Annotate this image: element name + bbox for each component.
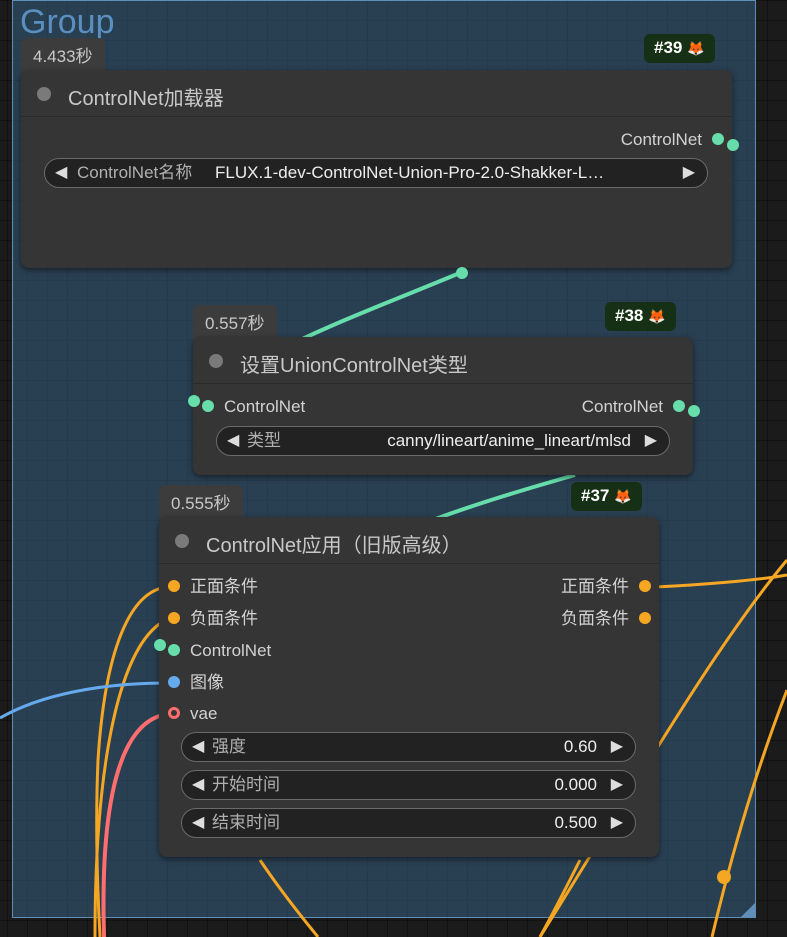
output-pin-icon[interactable] xyxy=(639,580,651,593)
fox-icon: 🦊 xyxy=(614,488,632,504)
input-pin-icon[interactable] xyxy=(168,580,180,593)
node37-widget-label: 强度 xyxy=(212,737,246,756)
arrow-right-icon[interactable]: ▶ xyxy=(683,159,695,187)
node-set-union-controlnet-type[interactable]: 设置UnionControlNet类型 ControlNet ControlNe… xyxy=(193,337,693,475)
wire-orange-bottom-1 xyxy=(258,859,320,937)
arrow-left-icon[interactable]: ◀ xyxy=(192,809,204,837)
fox-icon: 🦊 xyxy=(648,308,666,324)
node38-collapse-dot[interactable] xyxy=(209,354,223,368)
node37-time-badge: 0.555秒 xyxy=(159,485,243,520)
arrow-left-icon[interactable]: ◀ xyxy=(192,771,204,799)
node39-id-badge: #39 🦊 xyxy=(644,34,715,63)
node38-input-link-dot xyxy=(188,395,200,407)
node39-output-controlnet[interactable]: ControlNet xyxy=(621,130,724,150)
node37-input-label: 负面条件 xyxy=(190,609,258,628)
wire-reroute-dot xyxy=(717,870,731,884)
input-pin-icon[interactable] xyxy=(202,400,214,413)
arrow-left-icon[interactable]: ◀ xyxy=(55,159,67,187)
node37-input-label: 正面条件 xyxy=(190,577,258,596)
node37-output-negative[interactable]: 负面条件 xyxy=(561,609,651,629)
node37-title: ControlNet应用（旧版高级） xyxy=(206,535,462,557)
node37-widget-value: 0.000 xyxy=(554,775,597,794)
arrow-right-icon[interactable]: ▶ xyxy=(611,809,623,837)
node37-input-image[interactable]: 图像 xyxy=(168,673,224,693)
node38-type-combo[interactable]: ◀ 类型 canny/lineart/anime_lineart/mlsd ▶ xyxy=(216,426,670,456)
node37-input-label: vae xyxy=(190,704,218,723)
wire-image-in xyxy=(0,681,169,720)
node37-input-link-dot xyxy=(154,639,166,651)
arrow-right-icon[interactable]: ▶ xyxy=(611,733,623,761)
node37-id: #37 xyxy=(581,486,610,505)
node37-widget-value: 0.60 xyxy=(563,737,597,756)
node37-input-vae[interactable]: vae xyxy=(168,704,217,724)
node39-title: ControlNet加载器 xyxy=(68,88,224,110)
node37-start-percent-slider[interactable]: ◀ 开始时间 0.000 ▶ xyxy=(181,770,636,800)
node37-input-label: 图像 xyxy=(190,673,224,692)
node38-header[interactable]: 设置UnionControlNet类型 xyxy=(193,337,693,384)
node39-header[interactable]: ControlNet加载器 xyxy=(21,70,732,117)
node37-header[interactable]: ControlNet应用（旧版高级） xyxy=(159,517,659,564)
node37-input-positive[interactable]: 正面条件 xyxy=(168,577,258,597)
node39-widget-label: ControlNet名称 xyxy=(77,163,193,182)
node38-time-badge: 0.557秒 xyxy=(193,305,277,340)
input-pin-icon[interactable] xyxy=(168,676,180,689)
input-pin-icon[interactable] xyxy=(168,612,180,625)
arrow-right-icon[interactable]: ▶ xyxy=(611,771,623,799)
node37-widget-label: 开始时间 xyxy=(212,775,280,794)
node38-input-label: ControlNet xyxy=(224,397,306,416)
node37-output-label: 负面条件 xyxy=(561,609,629,628)
node39-output-label: ControlNet xyxy=(620,130,702,149)
node38-widget-value: canny/lineart/anime_lineart/mlsd xyxy=(387,431,631,450)
node37-output-label: 正面条件 xyxy=(561,577,629,596)
node39-collapse-dot[interactable] xyxy=(37,87,51,101)
wire-controlnet-39-38 xyxy=(289,270,463,347)
node37-input-negative[interactable]: 负面条件 xyxy=(168,609,258,629)
node38-input-controlnet[interactable]: ControlNet xyxy=(202,397,305,417)
output-pin-icon[interactable] xyxy=(673,400,685,413)
output-pin-icon[interactable] xyxy=(712,133,724,146)
output-pin-icon[interactable] xyxy=(639,612,651,625)
node37-widget-label: 结束时间 xyxy=(212,813,280,832)
wire-orange-bottom-2 xyxy=(538,859,582,937)
node39-time-badge: 4.433秒 xyxy=(21,38,105,73)
node39-link-reroute-dot xyxy=(456,267,468,279)
node37-end-percent-slider[interactable]: ◀ 结束时间 0.500 ▶ xyxy=(181,808,636,838)
node38-output-controlnet[interactable]: ControlNet xyxy=(582,397,685,417)
node37-input-label: ControlNet xyxy=(190,641,272,660)
node39-widget-value: FLUX.1-dev-ControlNet-Union-Pro-2.0-Shak… xyxy=(215,163,605,182)
node38-output-link-dot xyxy=(688,405,700,417)
node39-id: #39 xyxy=(654,38,683,57)
node37-id-badge: #37 🦊 xyxy=(571,482,642,511)
arrow-left-icon[interactable]: ◀ xyxy=(227,427,239,455)
node39-controlnet-name-combo[interactable]: ◀ ControlNet名称 FLUX.1-dev-ControlNet-Uni… xyxy=(44,158,708,188)
input-pin-icon[interactable] xyxy=(168,644,180,657)
node38-output-label: ControlNet xyxy=(581,397,663,416)
node38-id-badge: #38 🦊 xyxy=(605,302,676,331)
node37-widget-value: 0.500 xyxy=(554,813,597,832)
node38-id: #38 xyxy=(615,306,644,325)
node38-title: 设置UnionControlNet类型 xyxy=(240,355,468,377)
arrow-left-icon[interactable]: ◀ xyxy=(192,733,204,761)
node39-output-link-dot xyxy=(727,139,739,151)
input-pin-ring-icon[interactable] xyxy=(168,707,180,720)
node-controlnet-loader[interactable]: ControlNet加载器 ControlNet ◀ ControlNet名称 … xyxy=(21,70,732,268)
wire-negative-in xyxy=(93,617,169,937)
node37-output-positive[interactable]: 正面条件 xyxy=(561,577,651,597)
wire-orange-right-2 xyxy=(710,689,787,937)
node38-widget-label: 类型 xyxy=(247,431,281,450)
node37-strength-slider[interactable]: ◀ 强度 0.60 ▶ xyxy=(181,732,636,762)
node37-input-controlnet[interactable]: ControlNet xyxy=(168,641,271,661)
node-controlnet-apply-advanced[interactable]: ControlNet应用（旧版高级） 正面条件 负面条件 ControlNet … xyxy=(159,517,659,857)
arrow-right-icon[interactable]: ▶ xyxy=(645,427,657,455)
node37-collapse-dot[interactable] xyxy=(175,534,189,548)
fox-icon: 🦊 xyxy=(687,40,705,56)
